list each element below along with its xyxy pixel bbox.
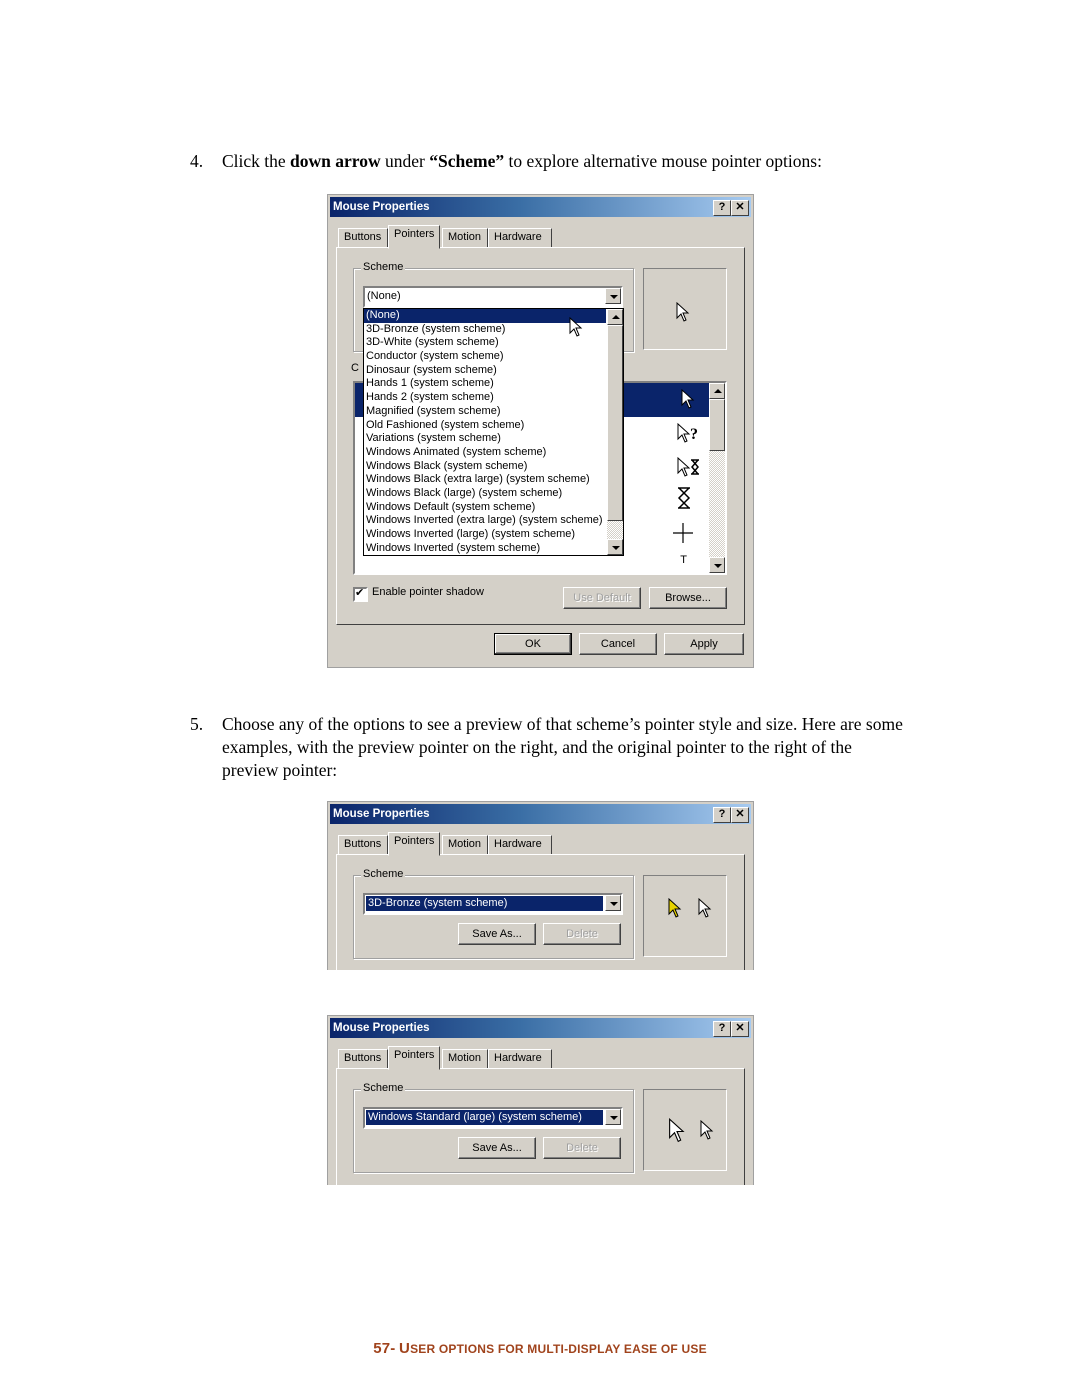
scheme-group: Scheme — [353, 1082, 634, 1173]
scheme-option[interactable]: Windows Animated (system scheme) — [364, 446, 606, 460]
close-button[interactable]: ✕ — [731, 200, 749, 216]
scroll-thumb[interactable] — [607, 325, 623, 521]
precision-select-icon — [673, 523, 693, 543]
page-footer: 57- USER OPTIONS FOR MULTI-DISPLAY EASE … — [373, 1340, 707, 1357]
scheme-combobox[interactable]: Windows Standard (large) (system scheme) — [363, 1107, 623, 1129]
tab-hardware[interactable]: Hardware — [488, 1049, 552, 1069]
cursor-list-scrollbar[interactable] — [709, 383, 725, 573]
cancel-button[interactable]: Cancel — [579, 633, 657, 655]
scheme-combobox[interactable]: 3D-Bronze (system scheme) — [363, 893, 623, 915]
scroll-down-button[interactable] — [709, 557, 725, 573]
mouse-cursor-icon — [569, 317, 583, 337]
scheme-dropdown-arrow[interactable] — [605, 288, 621, 304]
ok-button[interactable]: OK — [494, 633, 572, 655]
scroll-down-button[interactable] — [607, 539, 623, 555]
help-select-icon: ? — [677, 423, 698, 443]
help-button[interactable]: ? — [713, 1021, 731, 1037]
delete-button[interactable]: Delete — [543, 1137, 621, 1159]
scroll-thumb[interactable] — [709, 399, 725, 451]
tab-pointers[interactable]: Pointers — [388, 832, 440, 856]
dropdown-scrollbar[interactable] — [607, 309, 623, 555]
normal-select-icon — [681, 389, 695, 409]
tab-hardware[interactable]: Hardware — [488, 835, 552, 855]
scheme-option[interactable]: Windows Inverted (extra large) (system s… — [364, 514, 606, 528]
scheme-option[interactable]: Dinosaur (system scheme) — [364, 364, 606, 378]
mouse-properties-dialog-1: Mouse Properties ? ✕ Buttons Pointers Mo… — [327, 194, 754, 668]
browse-button[interactable]: Browse... — [649, 587, 727, 609]
tab-motion[interactable]: Motion — [442, 835, 488, 855]
pointer-preview — [643, 1089, 727, 1171]
scheme-dropdown-arrow[interactable] — [605, 1109, 621, 1125]
scheme-option[interactable]: Magnified (system scheme) — [364, 405, 606, 419]
scroll-up-button[interactable] — [607, 309, 623, 325]
scheme-option[interactable]: Variations (system scheme) — [364, 432, 606, 446]
apply-button[interactable]: Apply — [664, 633, 744, 655]
tab-buttons[interactable]: Buttons — [338, 1049, 388, 1069]
mouse-properties-dialog-3: Mouse Properties ? ✕ Buttons Pointers Mo… — [327, 1015, 754, 1185]
tab-pointers[interactable]: Pointers — [388, 1046, 440, 1070]
arrow-pointer-icon — [676, 302, 690, 322]
scheme-option[interactable]: Windows Default (system scheme) — [364, 501, 606, 515]
step-5-instruction: 5. Choose any of the options to see a pr… — [190, 714, 903, 780]
scheme-dropdown-arrow[interactable] — [605, 895, 621, 911]
bronze-pointer-icon — [668, 898, 682, 918]
large-pointer-icon — [669, 1118, 685, 1143]
text-select-icon: T — [680, 554, 687, 566]
scroll-up-button[interactable] — [709, 383, 725, 399]
original-pointer-icon — [700, 1120, 714, 1140]
save-as-button[interactable]: Save As... — [458, 1137, 536, 1159]
original-pointer-icon — [698, 898, 712, 918]
working-in-background-icon — [677, 457, 699, 477]
tab-hardware[interactable]: Hardware — [488, 228, 552, 248]
scheme-option[interactable]: Windows Black (large) (system scheme) — [364, 487, 606, 501]
help-button[interactable]: ? — [713, 807, 731, 823]
scheme-option[interactable]: Windows Inverted (large) (system scheme) — [364, 528, 606, 542]
tab-buttons[interactable]: Buttons — [338, 228, 388, 248]
scheme-group: Scheme — [353, 868, 634, 959]
title-bar: Mouse Properties ? ✕ — [330, 804, 751, 824]
pointers-panel: Scheme Windows Standard (large) (system … — [336, 1068, 745, 1185]
scheme-option[interactable]: Hands 2 (system scheme) — [364, 391, 606, 405]
scheme-option[interactable]: Windows Black (system scheme) — [364, 460, 606, 474]
pointers-panel: Scheme (None) C ? T (None) 3D-Bronze (sy… — [336, 247, 745, 625]
pointer-preview — [643, 268, 727, 350]
scheme-option[interactable]: Hands 1 (system scheme) — [364, 377, 606, 391]
hourglass-busy-icon — [677, 487, 691, 509]
tab-pointers[interactable]: Pointers — [388, 225, 440, 249]
step-4-instruction: 4. Click the down arrow under “Scheme” t… — [190, 151, 822, 171]
mouse-properties-dialog-2: Mouse Properties ? ✕ Buttons Pointers Mo… — [327, 801, 754, 970]
use-default-button[interactable]: Use Default — [563, 587, 641, 609]
scheme-combobox[interactable]: (None) — [363, 286, 623, 308]
enable-pointer-shadow-label: Enable pointer shadow — [372, 586, 484, 598]
tab-motion[interactable]: Motion — [442, 1049, 488, 1069]
title-bar: Mouse Properties ? ✕ — [330, 1018, 751, 1038]
scheme-option[interactable]: Windows Black (extra large) (system sche… — [364, 473, 606, 487]
close-button[interactable]: ✕ — [731, 807, 749, 823]
pointer-preview — [643, 875, 727, 957]
pointers-panel: Scheme 3D-Bronze (system scheme) Save As… — [336, 854, 745, 970]
tab-buttons[interactable]: Buttons — [338, 835, 388, 855]
close-button[interactable]: ✕ — [731, 1021, 749, 1037]
svg-text:?: ? — [690, 426, 698, 443]
title-bar: Mouse Properties ? ✕ — [330, 197, 751, 217]
scheme-dropdown-list[interactable]: (None) 3D-Bronze (system scheme) 3D-White … — [363, 308, 624, 556]
help-button[interactable]: ? — [713, 200, 731, 216]
scheme-option[interactable]: Old Fashioned (system scheme) — [364, 419, 606, 433]
scheme-options: (None) 3D-Bronze (system scheme) 3D-White … — [364, 309, 606, 555]
scheme-option[interactable]: Conductor (system scheme) — [364, 350, 606, 364]
tab-motion[interactable]: Motion — [442, 228, 488, 248]
customize-label-partial: C — [351, 362, 359, 374]
delete-button[interactable]: Delete — [543, 923, 621, 945]
scheme-option[interactable]: Windows Inverted (system scheme) — [364, 542, 606, 556]
enable-pointer-shadow-checkbox[interactable] — [353, 586, 368, 602]
save-as-button[interactable]: Save As... — [458, 923, 536, 945]
